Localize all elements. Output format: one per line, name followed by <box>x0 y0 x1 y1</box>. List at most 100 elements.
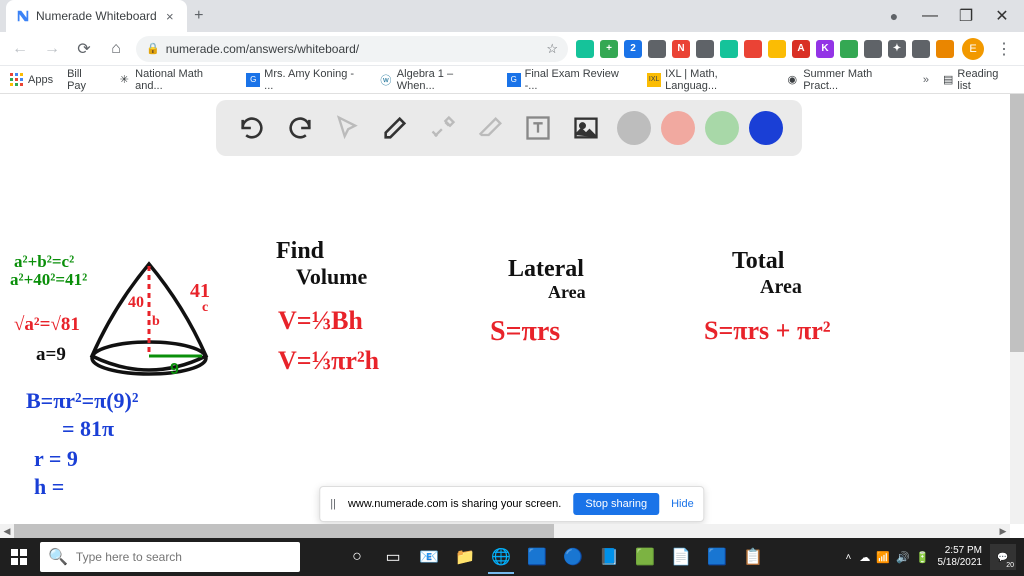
tab-close-icon[interactable]: × <box>163 9 177 23</box>
extension-icon[interactable] <box>648 40 666 58</box>
extension-icon[interactable] <box>936 40 954 58</box>
wifi-icon[interactable]: 📶 <box>876 551 890 564</box>
text-tool[interactable] <box>521 111 555 145</box>
extension-icon[interactable] <box>912 40 930 58</box>
image-tool[interactable] <box>569 111 603 145</box>
url-text: numerade.com/answers/whiteboard/ <box>166 42 541 56</box>
chrome-menu-icon[interactable]: ⋮ <box>992 37 1016 61</box>
eraser-tool[interactable] <box>474 111 508 145</box>
tools-icon[interactable] <box>426 111 460 145</box>
cortana-icon[interactable]: ○ <box>340 540 374 574</box>
extension-icon[interactable] <box>864 40 882 58</box>
whiteboard-toolbar <box>216 100 802 156</box>
pen-tool[interactable] <box>378 111 412 145</box>
search-input[interactable] <box>76 550 292 564</box>
word-icon[interactable]: 🟦 <box>700 540 734 574</box>
reload-button[interactable]: ⟳ <box>72 37 96 61</box>
tray-expand-icon[interactable]: ˄ <box>846 552 852 563</box>
extension-icon[interactable] <box>696 40 714 58</box>
new-tab-button[interactable]: + <box>187 7 211 25</box>
extension-icon[interactable] <box>720 40 738 58</box>
app-icon[interactable]: 📘 <box>592 540 626 574</box>
app-icon[interactable]: 🔵 <box>556 540 590 574</box>
vertical-scrollbar[interactable] <box>1010 94 1024 524</box>
app-icon[interactable]: 📧 <box>412 540 446 574</box>
scroll-thumb[interactable] <box>1010 94 1024 352</box>
app-icon[interactable]: 🟩 <box>628 540 662 574</box>
extension-icon[interactable]: + <box>600 40 618 58</box>
heading-total: Total <box>732 248 784 275</box>
heading-find: Find <box>276 238 324 265</box>
cone-sketch: 9 <box>74 256 224 386</box>
apps-button[interactable]: Apps <box>10 73 53 87</box>
extension-icon[interactable]: K <box>816 40 834 58</box>
text-pythag1: a²+b²=c² <box>14 252 74 272</box>
app-icon[interactable]: 📁 <box>448 540 482 574</box>
extension-icon[interactable] <box>576 40 594 58</box>
whiteboard-canvas[interactable]: 9 a²+b²=c² a²+40²=41² √a²=√81 a=9 40 41 … <box>0 166 1024 524</box>
formula-S1: S=πrs <box>490 316 560 348</box>
bookmark-ixl[interactable]: IXLIXL | Math, Languag... <box>647 68 771 92</box>
start-button[interactable] <box>0 538 38 576</box>
back-button[interactable]: ← <box>8 37 32 61</box>
battery-icon[interactable]: 🔋 <box>916 551 930 564</box>
taskbar-clock[interactable]: 2:57 PM 5/18/2021 <box>938 545 983 569</box>
bookmark-final-exam[interactable]: GFinal Exam Review -... <box>507 68 633 92</box>
omnibox[interactable]: 🔒 numerade.com/answers/whiteboard/ ☆ <box>136 36 568 62</box>
chrome-icon[interactable]: 🌐 <box>484 540 518 574</box>
extension-icon[interactable] <box>840 40 858 58</box>
volume-icon[interactable]: 🔊 <box>896 551 910 564</box>
extension-icon[interactable]: ✦ <box>888 40 906 58</box>
onedrive-icon[interactable]: ☁ <box>859 551 870 564</box>
extension-icon[interactable]: A <box>792 40 810 58</box>
close-window-button[interactable]: ✕ <box>986 3 1018 29</box>
numerade-icon <box>16 9 30 23</box>
bookmark-bill-pay[interactable]: Bill Pay <box>67 68 103 92</box>
hide-share-button[interactable]: Hide <box>671 498 694 510</box>
page-content: 9 a²+b²=c² a²+40²=41² √a²=√81 a=9 40 41 … <box>0 94 1024 524</box>
stop-sharing-button[interactable]: Stop sharing <box>573 493 659 515</box>
scroll-left-arrow[interactable]: ◀ <box>0 524 14 538</box>
extension-icon[interactable]: N <box>672 40 690 58</box>
color-swatch[interactable] <box>749 111 783 145</box>
extension-icon[interactable] <box>744 40 762 58</box>
text-81pi: = 81π <box>62 416 114 442</box>
app-icon[interactable]: 📋 <box>736 540 770 574</box>
color-swatch[interactable] <box>661 111 695 145</box>
app-icon[interactable]: 📄 <box>664 540 698 574</box>
bookmark-amy-koning[interactable]: GMrs. Amy Koning - ... <box>246 68 365 92</box>
heading-area2: Area <box>760 276 802 299</box>
minimize-button[interactable]: — <box>914 3 946 29</box>
forward-button[interactable]: → <box>40 37 64 61</box>
scroll-thumb[interactable] <box>14 524 554 538</box>
scroll-right-arrow[interactable]: ▶ <box>996 524 1010 538</box>
bookmark-algebra[interactable]: ⓦAlgebra 1 – When... <box>379 68 493 92</box>
heading-area1: Area <box>548 282 586 303</box>
bookmark-star-icon[interactable]: ☆ <box>546 41 558 57</box>
account-indicator-icon[interactable]: ● <box>878 3 910 29</box>
undo-button[interactable] <box>235 111 269 145</box>
extension-icon[interactable]: 2 <box>624 40 642 58</box>
bookmark-summer-math[interactable]: ◉Summer Math Pract... <box>785 68 908 92</box>
color-swatch[interactable] <box>617 111 651 145</box>
taskbar-search[interactable]: 🔍 <box>40 542 300 572</box>
browser-tab[interactable]: Numerade Whiteboard × <box>6 0 187 32</box>
heading-lateral: Lateral <box>508 256 584 283</box>
bookmarks-overflow[interactable]: » <box>923 74 929 86</box>
profile-avatar[interactable]: E <box>962 38 984 60</box>
home-button[interactable]: ⌂ <box>104 37 128 61</box>
pointer-tool[interactable] <box>330 111 364 145</box>
maximize-button[interactable]: ❐ <box>950 3 982 29</box>
bookmark-national-math[interactable]: ✳National Math and... <box>117 68 232 92</box>
app-icon[interactable]: 🟦 <box>520 540 554 574</box>
redo-button[interactable] <box>283 111 317 145</box>
reading-list-button[interactable]: ▤Reading list <box>943 68 1014 92</box>
extension-icon[interactable] <box>768 40 786 58</box>
color-swatch[interactable] <box>705 111 739 145</box>
search-icon: 🔍 <box>48 547 68 567</box>
horizontal-scrollbar[interactable]: ◀ ▶ <box>0 524 1010 538</box>
notifications-button[interactable]: 💬20 <box>990 544 1016 570</box>
share-handle-icon[interactable]: || <box>330 498 336 510</box>
system-tray: ˄ ☁ 📶 🔊 🔋 2:57 PM 5/18/2021 💬20 <box>846 544 1024 570</box>
task-view-icon[interactable]: ▭ <box>376 540 410 574</box>
